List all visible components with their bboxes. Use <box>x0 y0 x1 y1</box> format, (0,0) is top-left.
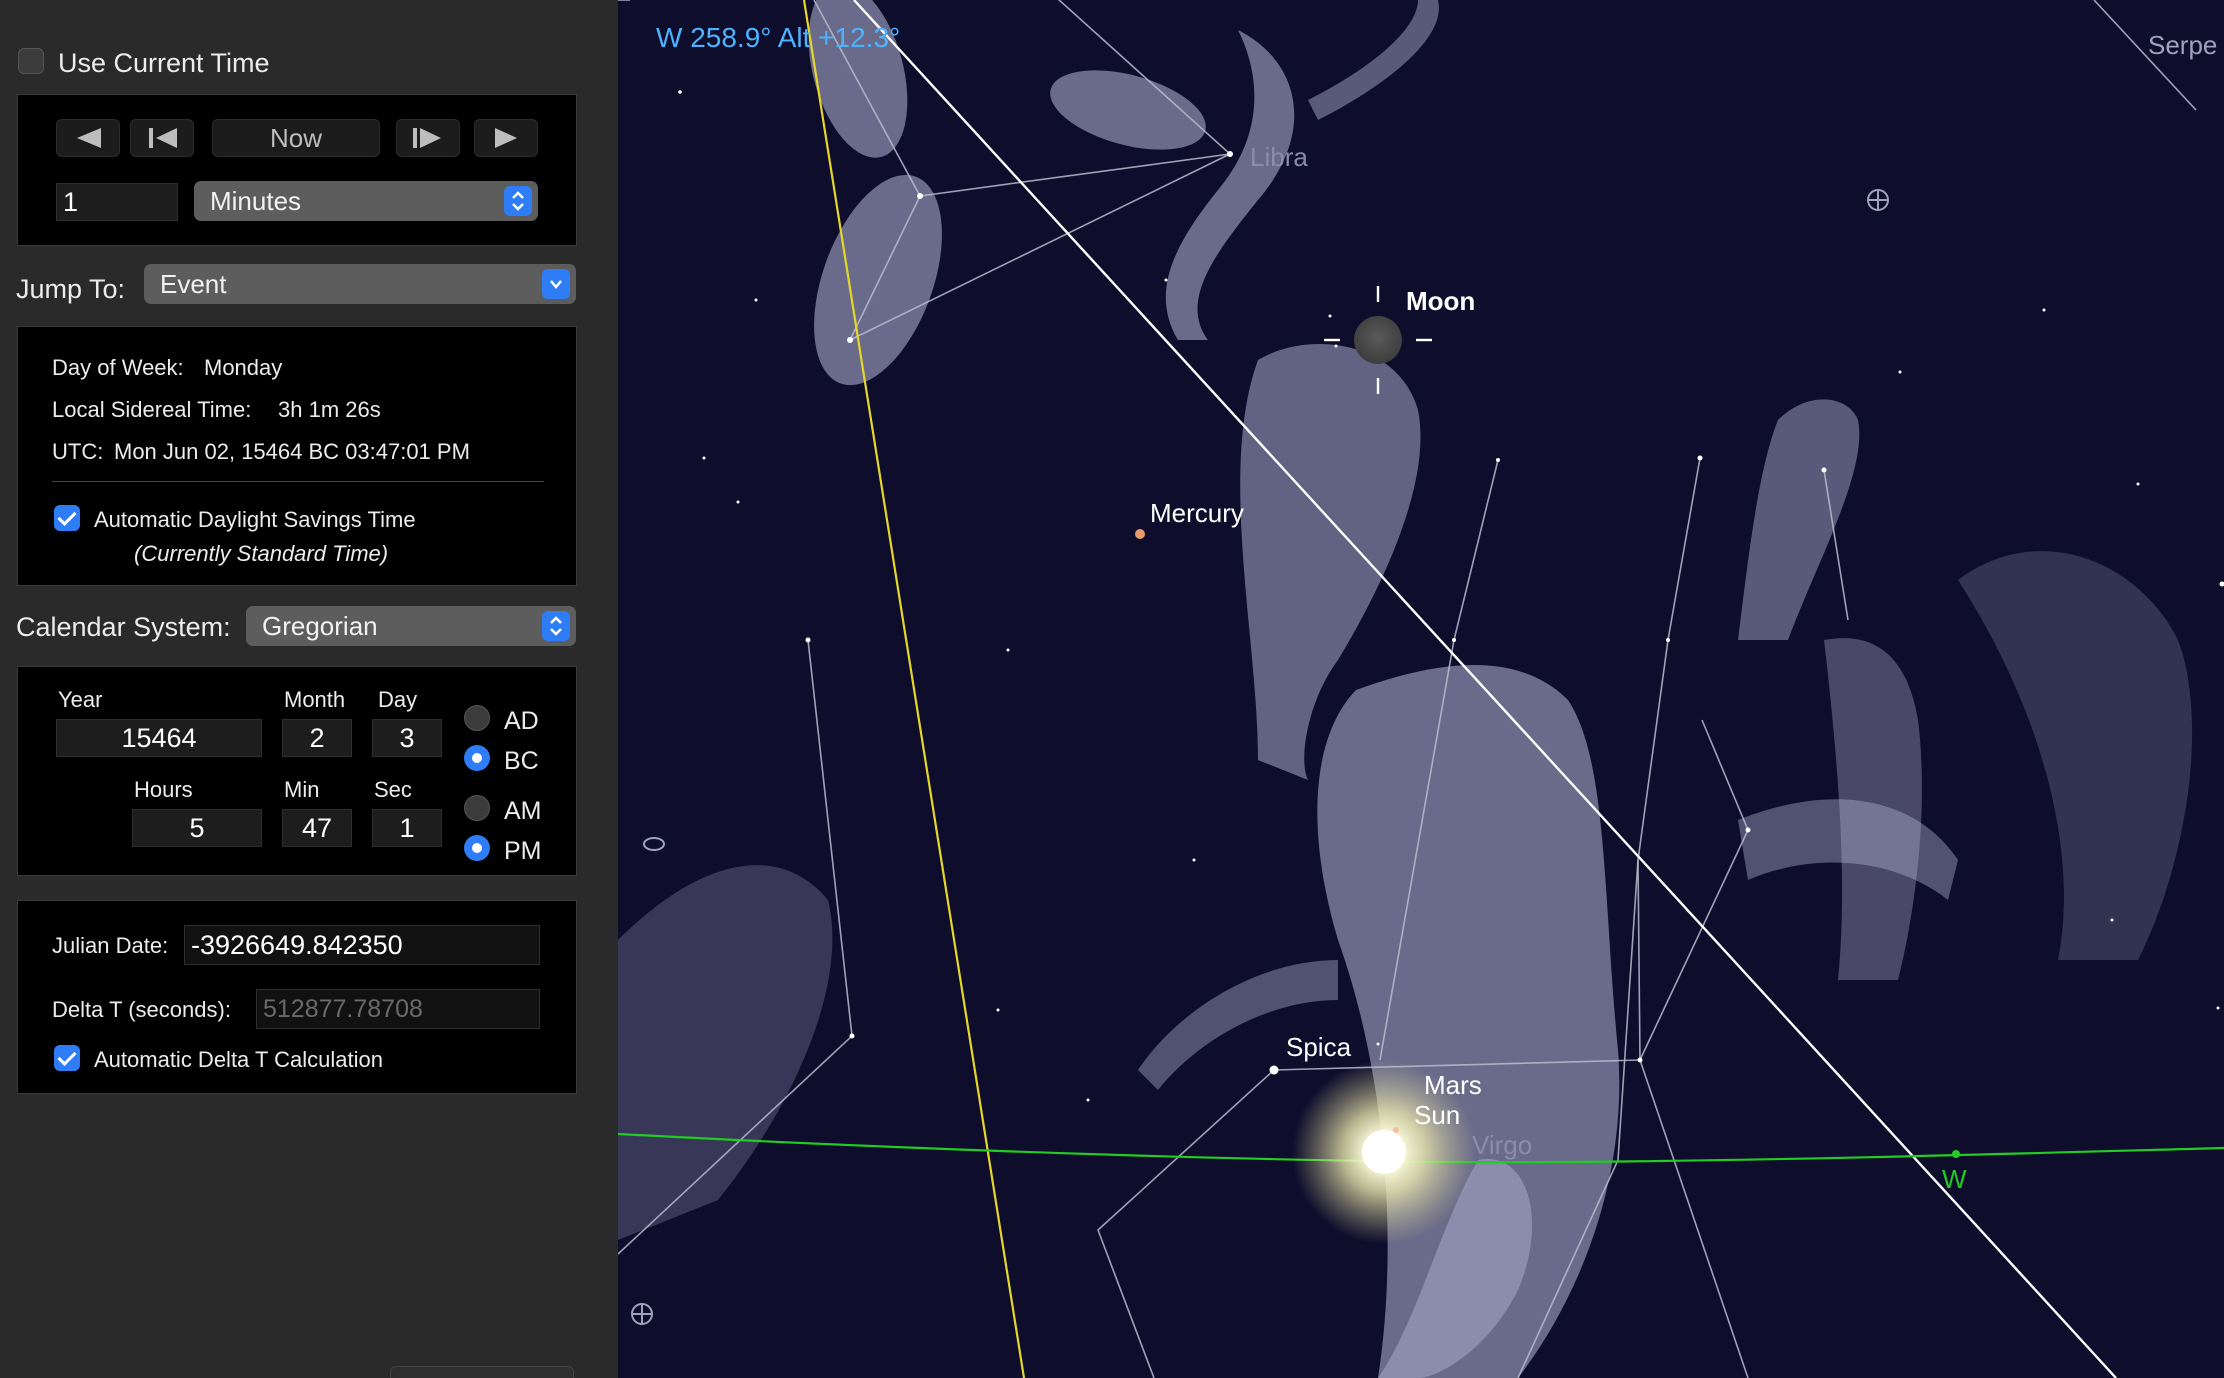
mars-label: Mars <box>1424 1070 1482 1100</box>
min-input[interactable]: 47 <box>282 809 352 847</box>
rewind-button[interactable] <box>56 119 120 157</box>
meridiem-am-label: AM <box>504 797 542 825</box>
day-input[interactable]: 3 <box>372 719 442 757</box>
time-info-box: Day of Week: Monday Local Sidereal Time:… <box>17 326 577 586</box>
era-ad-radio[interactable] <box>464 705 490 731</box>
julian-date-box: Julian Date: -3926649.842350 Delta T (se… <box>17 900 577 1094</box>
serpens-artwork <box>618 799 1958 1240</box>
calendar-system-select[interactable]: Gregorian <box>246 606 576 646</box>
hours-label: Hours <box>134 777 193 802</box>
mercury-label: Mercury <box>1150 498 1244 528</box>
libra-artwork <box>808 0 1439 386</box>
julian-date-input[interactable]: -3926649.842350 <box>184 925 540 965</box>
rewind-icon <box>77 128 101 148</box>
step-back-icon <box>149 128 177 148</box>
delta-t-input[interactable]: 512877.78708 <box>256 989 540 1029</box>
sky-chart[interactable] <box>618 0 2224 1378</box>
year-label: Year <box>58 687 103 712</box>
mars-planet[interactable] <box>1393 1127 1399 1133</box>
auto-delta-t-label: Automatic Delta T Calculation <box>94 1047 383 1072</box>
chevron-down-icon <box>542 269 570 299</box>
now-button[interactable]: Now <box>212 119 380 157</box>
sky-view[interactable]: W 258.9° Alt +12.3° Libra Serpe Moon Mer… <box>618 0 2224 1378</box>
calendar-system-label: Calendar System: <box>16 612 231 642</box>
day-of-week-label: Day of Week: <box>52 355 184 380</box>
sec-label: Sec <box>374 777 412 802</box>
meridiem-pm-label: PM <box>504 837 542 865</box>
play-button[interactable] <box>474 119 538 157</box>
era-ad-label: AD <box>504 707 539 735</box>
hours-input[interactable]: 5 <box>132 809 262 847</box>
day-label: Day <box>378 687 418 712</box>
jump-to-select[interactable]: Event <box>144 264 576 304</box>
day-of-week-value: Monday <box>204 355 283 380</box>
play-icon <box>495 128 517 148</box>
sec-input[interactable]: 1 <box>372 809 442 847</box>
date-entry-box: Year Month Day 15464 2 3 Hours Min Sec 5… <box>17 666 577 876</box>
step-amount-input[interactable]: 1 <box>56 183 178 221</box>
updown-arrows-icon <box>542 611 570 641</box>
era-bc-radio[interactable] <box>464 745 490 771</box>
era-bc-label: BC <box>504 747 539 775</box>
sidereal-time-label: Local Sidereal Time: <box>52 397 252 422</box>
daylight-savings-checkbox[interactable] <box>54 505 80 531</box>
sun-label: Sun <box>1414 1100 1461 1130</box>
month-label: Month <box>284 687 346 712</box>
pointer-coordinates-readout: W 258.9° Alt +12.3° <box>656 22 901 53</box>
libra-label: Libra <box>1250 142 1308 172</box>
delta-t-label: Delta T (seconds): <box>52 997 231 1022</box>
jump-to-label: Jump To: <box>16 274 126 304</box>
year-input[interactable]: 15464 <box>56 719 262 757</box>
divider <box>52 481 544 482</box>
time-step-box: Now 1 Minutes <box>17 94 577 246</box>
partial-button[interactable] <box>390 1366 574 1378</box>
month-input[interactable]: 2 <box>282 719 352 757</box>
time-settings-panel: Use Current Time Now 1 Minutes Jump To: … <box>0 0 618 1378</box>
utc-value: Mon Jun 02, 15464 BC 03:47:01 PM <box>114 439 470 464</box>
step-unit-select[interactable]: Minutes <box>194 181 538 221</box>
calendar-system-value: Gregorian <box>262 610 378 641</box>
use-current-time-label: Use Current Time <box>58 48 270 78</box>
moon-label: Moon <box>1406 286 1476 316</box>
west-compass-label: W <box>1942 1164 1967 1194</box>
step-back-button[interactable] <box>130 119 194 157</box>
use-current-time-checkbox[interactable] <box>18 48 44 74</box>
step-unit-value: Minutes <box>210 185 302 216</box>
auto-delta-t-checkbox[interactable] <box>54 1045 80 1071</box>
step-forward-button[interactable] <box>396 119 460 157</box>
utc-label: UTC: <box>52 439 104 464</box>
serpens-label: Serpe <box>2148 30 2218 60</box>
step-forward-icon <box>413 128 441 148</box>
west-point-marker <box>1952 1150 1960 1158</box>
updown-arrows-icon <box>504 186 532 216</box>
standard-time-note: (Currently Standard Time) <box>134 541 389 566</box>
daylight-savings-label: Automatic Daylight Savings Time <box>94 507 416 532</box>
spica-label: Spica <box>1286 1032 1352 1062</box>
meridiem-pm-radio[interactable] <box>464 835 490 861</box>
jump-to-value: Event <box>160 268 227 299</box>
min-label: Min <box>284 777 320 802</box>
mercury-planet[interactable] <box>1135 529 1145 539</box>
virgo-label: Virgo <box>1472 1130 1533 1160</box>
meridiem-am-radio[interactable] <box>464 795 490 821</box>
sidereal-time-value: 3h 1m 26s <box>278 397 381 422</box>
julian-date-label: Julian Date: <box>52 933 169 958</box>
